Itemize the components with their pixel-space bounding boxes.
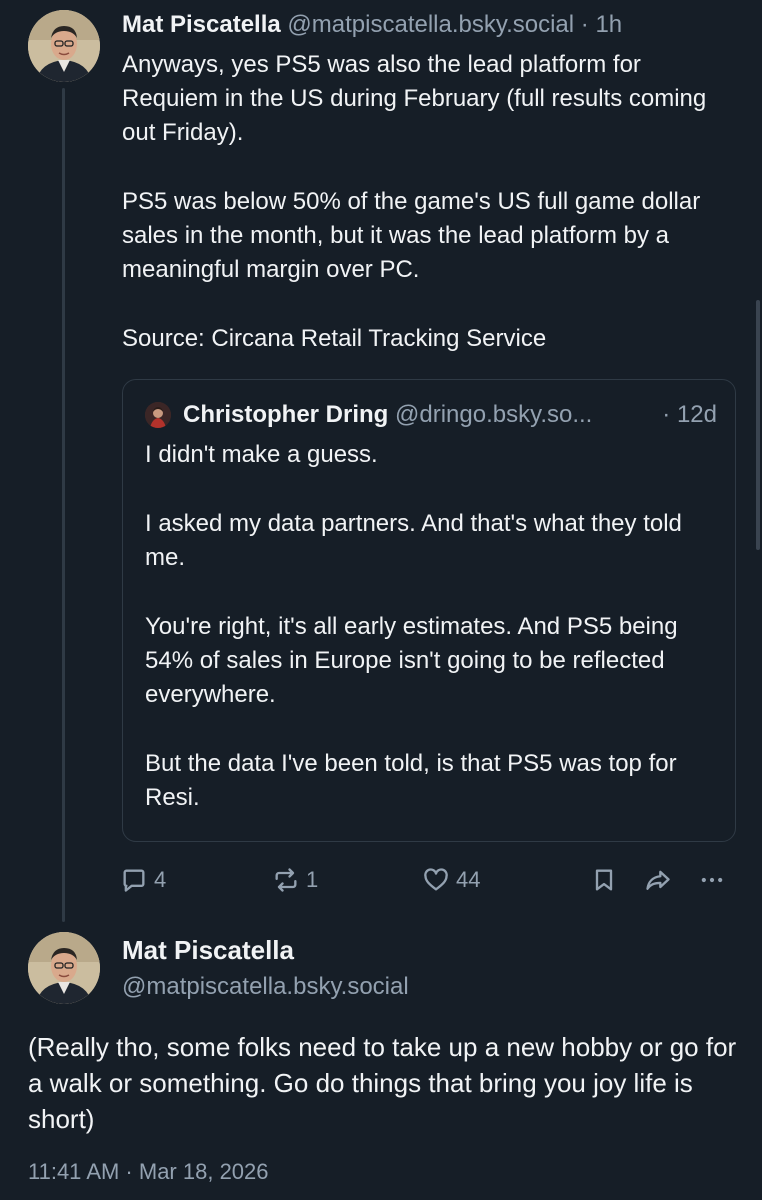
author-handle[interactable]: @matpiscatella.bsky.social bbox=[287, 11, 574, 38]
quoted-author-name[interactable]: Christopher Dring bbox=[183, 401, 388, 428]
reply-icon bbox=[123, 869, 145, 892]
thread-connector-line bbox=[62, 88, 65, 922]
more-options-button[interactable] bbox=[698, 862, 726, 898]
post-paragraph: Source: Circana Retail Tracking Service bbox=[122, 325, 547, 352]
author-avatar[interactable] bbox=[28, 10, 100, 82]
reply-button[interactable]: 4 bbox=[120, 862, 166, 898]
bookmark-button[interactable] bbox=[590, 862, 618, 898]
post-paragraph: PS5 was below 50% of the game's US full … bbox=[122, 188, 701, 283]
avatar-photo bbox=[28, 10, 100, 82]
more-icon bbox=[701, 877, 723, 883]
post-age[interactable]: 1h bbox=[595, 11, 622, 38]
author-name[interactable]: Mat Piscatella bbox=[122, 11, 281, 38]
repost-button[interactable]: 1 bbox=[272, 862, 318, 898]
avatar-photo bbox=[145, 402, 171, 428]
share-button[interactable] bbox=[644, 862, 672, 898]
like-icon bbox=[424, 868, 448, 891]
main-post-timestamp[interactable]: 11:41 AM · Mar 18, 2026 bbox=[28, 1156, 269, 1188]
separator-dot: · bbox=[662, 401, 671, 428]
thread-view: Mat Piscatella @matpiscatella.bsky.socia… bbox=[0, 0, 762, 1200]
quoted-paragraph: You're right, it's all early estimates. … bbox=[145, 613, 678, 708]
post-header: Mat Piscatella @matpiscatella.bsky.socia… bbox=[122, 8, 622, 42]
quoted-paragraph: I asked my data partners. And that's wha… bbox=[145, 510, 682, 571]
like-count: 44 bbox=[456, 867, 481, 892]
quoted-author-avatar[interactable] bbox=[145, 402, 171, 428]
quoted-paragraph: I didn't make a guess. bbox=[145, 441, 378, 468]
reply-count: 4 bbox=[154, 867, 167, 892]
quoted-post-text: I didn't make a guess. I asked my data p… bbox=[145, 438, 725, 815]
quoted-paragraph: But the data I've been told, is that PS5… bbox=[145, 750, 677, 811]
separator-dot: · bbox=[580, 11, 589, 38]
like-button[interactable]: 44 bbox=[422, 862, 480, 898]
main-post-author-avatar[interactable] bbox=[28, 932, 100, 1004]
post-text: Anyways, yes PS5 was also the lead platf… bbox=[122, 48, 742, 356]
bookmark-icon bbox=[595, 869, 613, 891]
repost-count: 1 bbox=[306, 867, 319, 892]
main-post-text: (Really tho, some folks need to take up … bbox=[28, 1032, 737, 1134]
main-post-author-handle[interactable]: @matpiscatella.bsky.social bbox=[122, 970, 409, 1004]
quoted-post-card[interactable]: Christopher Dring @dringo.bsky.so... · 1… bbox=[122, 379, 736, 842]
quoted-author-handle[interactable]: @dringo.bsky.so... bbox=[395, 401, 592, 428]
avatar-photo bbox=[28, 932, 100, 1004]
share-icon bbox=[646, 870, 670, 890]
quoted-post-age[interactable]: 12d bbox=[677, 401, 717, 428]
repost-icon bbox=[275, 868, 297, 892]
main-post-author-name[interactable]: Mat Piscatella bbox=[122, 933, 294, 967]
post-paragraph: Anyways, yes PS5 was also the lead platf… bbox=[122, 51, 707, 146]
post-action-bar: 4 1 44 bbox=[0, 862, 762, 898]
quoted-post-header: Christopher Dring @dringo.bsky.so... · 1… bbox=[183, 398, 723, 432]
scrollbar[interactable] bbox=[756, 300, 760, 550]
